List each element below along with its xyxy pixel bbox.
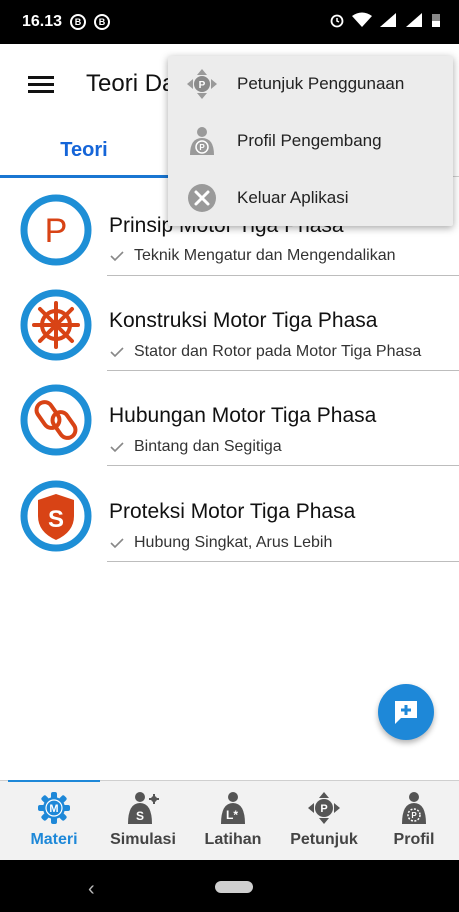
wifi-icon (352, 12, 372, 27)
tab-indicator (0, 175, 168, 178)
list-item[interactable]: Hubungan Motor Tiga Phasa Bintang dan Se… (0, 380, 459, 476)
nav-item-simulasi[interactable]: S Simulasi (97, 781, 189, 861)
petunjuk-icon: P (308, 792, 340, 824)
developer-profile-icon: P (190, 127, 214, 155)
materi-gear-icon: M (38, 792, 70, 824)
home-pill-icon[interactable] (215, 881, 253, 893)
signal-icon (406, 13, 422, 27)
add-comment-icon (395, 701, 417, 724)
list-item-subtitle: Bintang dan Segitiga (110, 438, 282, 456)
menu-item-profil-pengembang[interactable]: P Profil Pengembang (168, 113, 453, 169)
list-item-subtitle: Stator dan Rotor pada Motor Tiga Phasa (110, 343, 421, 361)
list-item-subtitle: Hubung Singkat, Arus Lebih (110, 534, 332, 552)
profil-icon: P (402, 792, 426, 824)
list-item-subtitle-text: Hubung Singkat, Arus Lebih (134, 534, 333, 551)
check-icon (110, 251, 124, 262)
nav-label: Simulasi (110, 831, 176, 848)
nav-label: Petunjuk (290, 831, 358, 848)
list-item-title: Konstruksi Motor Tiga Phasa (109, 309, 378, 332)
list-divider (107, 465, 459, 466)
system-navigation-bar: ‹ (0, 860, 459, 912)
list-divider (107, 275, 459, 276)
svg-text:P: P (320, 803, 327, 815)
list-item-subtitle-text: Stator dan Rotor pada Motor Tiga Phasa (134, 343, 422, 360)
list-divider (107, 561, 459, 562)
list-item-subtitle-text: Bintang dan Segitiga (134, 438, 282, 455)
svg-text:P: P (199, 143, 205, 152)
svg-text:P: P (45, 212, 68, 250)
battery-icon (432, 14, 440, 27)
svg-text:M: M (49, 803, 58, 815)
nav-item-petunjuk[interactable]: P Petunjuk (278, 781, 370, 861)
chain-link-icon (20, 384, 92, 456)
p-letter-icon: P (20, 194, 92, 266)
status-time: 16.13 (22, 13, 63, 30)
tab-label: Teori (60, 138, 108, 161)
bottom-navigation: M Materi S Simulasi L* Latihan P Petunju… (0, 780, 459, 860)
svg-text:P: P (199, 80, 206, 91)
app-title: Teori Dasar (86, 70, 176, 97)
nav-item-latihan[interactable]: L* Latihan (187, 781, 279, 861)
list-item-title: Hubungan Motor Tiga Phasa (109, 404, 377, 427)
list-item-subtitle-text: Teknik Mengatur dan Mengendalikan (134, 247, 396, 264)
svg-text:P: P (411, 811, 417, 820)
check-icon (110, 442, 124, 453)
menu-item-label: Petunjuk Penggunaan (237, 74, 405, 93)
list-divider (107, 370, 459, 371)
status-bar: 16.13 B B (0, 0, 459, 44)
nav-label: Latihan (204, 831, 262, 848)
svg-text:S: S (48, 506, 64, 533)
signal-icon (380, 13, 396, 27)
status-icons (329, 12, 441, 28)
ship-wheel-icon (20, 289, 92, 361)
direction-pad-icon: P (187, 69, 217, 99)
menu-item-label: Keluar Aplikasi (237, 188, 349, 207)
status-notification-icon: B (94, 14, 111, 30)
list-item-subtitle: Teknik Mengatur dan Mengendalikan (110, 247, 396, 265)
overflow-menu: P Petunjuk Penggunaan P Profil Pengemban… (168, 56, 453, 226)
back-icon[interactable]: ‹ (88, 878, 95, 901)
nav-item-profil[interactable]: P Profil (368, 781, 459, 861)
menu-item-label: Profil Pengembang (237, 131, 382, 150)
menu-item-keluar-aplikasi[interactable]: Keluar Aplikasi (168, 170, 453, 226)
menu-item-petunjuk-penggunaan[interactable]: P Petunjuk Penggunaan (168, 56, 453, 112)
nav-item-materi[interactable]: M Materi (8, 781, 100, 861)
svg-text:L*: L* (226, 808, 238, 822)
check-icon (110, 538, 124, 549)
nav-label: Materi (30, 831, 78, 848)
tab-teori[interactable]: Teori (0, 122, 168, 178)
close-circle-icon (188, 184, 216, 212)
alarm-icon (330, 14, 344, 28)
shield-s-icon: S (20, 480, 92, 552)
status-notification-icon: B (70, 14, 87, 30)
hamburger-menu-icon[interactable] (28, 76, 54, 94)
add-comment-fab[interactable] (378, 684, 434, 740)
list-item[interactable]: S Proteksi Motor Tiga Phasa Hubung Singk… (0, 476, 459, 572)
simulasi-icon: S (128, 792, 159, 824)
nav-label: Profil (393, 831, 435, 848)
list-item-title: Proteksi Motor Tiga Phasa (109, 500, 356, 523)
check-icon (110, 347, 124, 358)
list-item[interactable]: Konstruksi Motor Tiga Phasa Stator dan R… (0, 285, 459, 381)
svg-text:S: S (136, 809, 144, 823)
latihan-icon: L* (221, 792, 245, 824)
